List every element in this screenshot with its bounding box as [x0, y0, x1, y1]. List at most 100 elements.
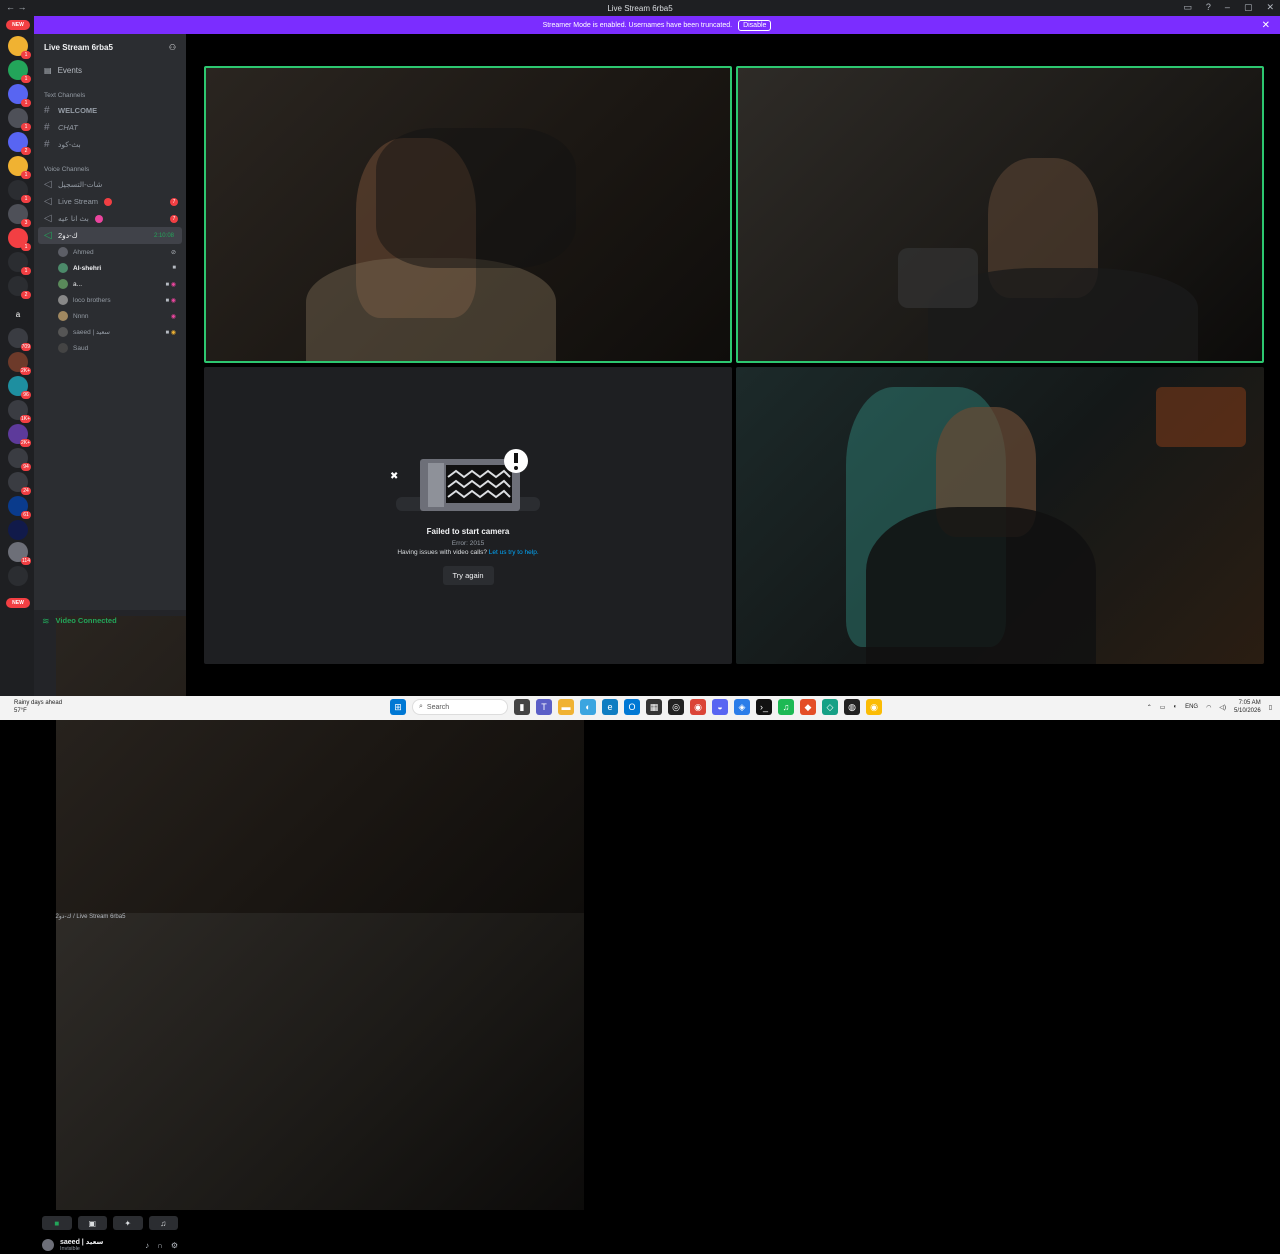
server-icon[interactable]: 24: [8, 472, 31, 495]
activities-button[interactable]: ✦: [113, 1216, 143, 1230]
server-icon[interactable]: 114: [8, 542, 31, 565]
server-header[interactable]: Live Stream 6rba5 ⚇: [34, 34, 186, 60]
server-icon[interactable]: 94: [8, 448, 31, 471]
user-panel[interactable]: saeed | سعيد Invisible ♪ ∩ ⚙: [34, 1236, 186, 1254]
add-member-icon[interactable]: ⚇: [169, 43, 176, 52]
voice-member[interactable]: saeed | سعيد ■ ◉: [34, 324, 186, 340]
server-icon[interactable]: 3: [8, 204, 31, 227]
server-icon[interactable]: 1: [8, 36, 31, 59]
video-tile[interactable]: [736, 66, 1264, 363]
server-icon[interactable]: [8, 520, 28, 540]
screen-share-button[interactable]: ▣: [77, 1216, 107, 1230]
maximize-button[interactable]: ▢: [1244, 2, 1253, 13]
user-status: Invisible: [60, 1246, 80, 1252]
voice-channel[interactable]: ◁ بث انا عيه 7: [34, 210, 186, 227]
server-icon[interactable]: 1: [8, 180, 31, 203]
app-icon[interactable]: ◇: [822, 699, 838, 715]
server-icon[interactable]: 2K+: [8, 424, 31, 447]
voice-member[interactable]: Ahmed ⊘: [34, 244, 186, 260]
server-icon[interactable]: a: [8, 304, 28, 324]
chrome-icon[interactable]: ◉: [690, 699, 706, 715]
language-indicator[interactable]: ENG: [1185, 704, 1198, 710]
weather-widget[interactable]: Rainy days ahead 57°F: [14, 699, 62, 715]
server-icon[interactable]: 96: [8, 376, 31, 399]
voice-channel-active[interactable]: ◁ 2ك-دو 2:10:08: [38, 227, 182, 244]
close-icon[interactable]: ✕: [1262, 20, 1270, 31]
volume-icon[interactable]: ◁): [1219, 704, 1226, 711]
app-icon[interactable]: ◆: [800, 699, 816, 715]
mention-badge: 7: [170, 197, 178, 206]
file-explorer-icon[interactable]: ▬: [558, 699, 574, 715]
voice-channel[interactable]: ◁ شات-التسجيل: [34, 176, 186, 193]
steam-icon[interactable]: ◎: [668, 699, 684, 715]
camera-error-tile: ✖ Failed to start camera Error: 2015 Hav…: [204, 367, 732, 664]
obs-icon[interactable]: ◍: [844, 699, 860, 715]
server-icon[interactable]: 2: [8, 276, 31, 299]
notification-icon[interactable]: ▯: [1269, 704, 1272, 711]
voice-member[interactable]: Al-shehri ■: [34, 260, 186, 276]
voice-location[interactable]: 2ك-دو / Live Stream 6rba5: [55, 913, 584, 1210]
server-icon[interactable]: 1: [8, 108, 31, 131]
server-icon[interactable]: 709: [8, 328, 31, 351]
task-view-icon[interactable]: ▮: [514, 699, 530, 715]
wifi-icon[interactable]: ◠: [1206, 704, 1211, 711]
voice-category[interactable]: Voice Channels: [34, 163, 186, 176]
help-icon[interactable]: ?: [1206, 2, 1211, 13]
window-titlebar: ← → Live Stream 6rba5 ▭ ? – ▢ ✕: [0, 0, 1280, 16]
voice-member[interactable]: a... ■ ◉: [34, 276, 186, 292]
server-icon[interactable]: 1: [8, 60, 31, 83]
terminal-icon[interactable]: ›_: [756, 699, 772, 715]
signal-icon[interactable]: ≋: [42, 616, 50, 627]
voice-channel-live-stream[interactable]: ◁ Live Stream 7: [34, 193, 186, 210]
video-tile[interactable]: [736, 367, 1264, 664]
video-tile[interactable]: [204, 66, 732, 363]
inbox-icon[interactable]: ▭: [1183, 2, 1192, 13]
tray-icon[interactable]: ◐: [1173, 704, 1177, 710]
server-icon[interactable]: 1: [8, 156, 31, 179]
server-icon[interactable]: 1K+: [8, 400, 31, 423]
spotify-icon[interactable]: ♫: [778, 699, 794, 715]
server-icon[interactable]: [8, 566, 28, 586]
channel-stream[interactable]: # بث-كود: [34, 136, 186, 153]
start-icon[interactable]: ⊞: [390, 699, 406, 715]
server-icon[interactable]: 61: [8, 496, 31, 519]
chevron-up-icon[interactable]: ⌃: [1147, 704, 1152, 711]
voice-member[interactable]: Saud: [34, 340, 186, 356]
try-again-button[interactable]: Try again: [442, 565, 494, 585]
search-box[interactable]: ⌕ Search: [412, 699, 508, 715]
tray-icon[interactable]: ▭: [1160, 704, 1166, 711]
server-icon[interactable]: 1: [8, 84, 31, 107]
microphone-icon[interactable]: ♪: [145, 1241, 149, 1250]
back-icon[interactable]: ← →: [6, 2, 27, 12]
chrome-icon[interactable]: ◉: [866, 699, 882, 715]
server-icon[interactable]: 1: [8, 252, 31, 275]
minimize-button[interactable]: –: [1225, 2, 1230, 13]
teams-icon[interactable]: T: [536, 699, 552, 715]
camera-button[interactable]: ■: [42, 1216, 72, 1230]
server-icon[interactable]: 2K+: [8, 352, 31, 375]
voice-member[interactable]: Nnnn ◉: [34, 308, 186, 324]
headphones-icon[interactable]: ∩: [157, 1241, 163, 1250]
voice-member[interactable]: loco brothers ■ ◉: [34, 292, 186, 308]
server-icon[interactable]: 2: [8, 132, 31, 155]
settings-icon[interactable]: ⚙: [171, 1241, 178, 1250]
channel-welcome[interactable]: # WELCOME: [34, 102, 186, 119]
channel-chat[interactable]: # CHAT: [34, 119, 186, 136]
help-link[interactable]: Let us try to help.: [489, 549, 539, 556]
avatar: [58, 327, 68, 337]
member-name: Al-shehri: [73, 264, 102, 272]
events-item[interactable]: ▤ Events: [34, 62, 186, 79]
store-icon[interactable]: ▦: [646, 699, 662, 715]
outlook-icon[interactable]: O: [624, 699, 640, 715]
soundboard-button[interactable]: ♫: [148, 1216, 178, 1230]
copilot-icon[interactable]: ◐: [580, 699, 596, 715]
edge-icon[interactable]: e: [602, 699, 618, 715]
server-icon[interactable]: 1: [8, 228, 31, 251]
disable-streamer-button[interactable]: Disable: [738, 19, 772, 31]
camera-help-text: Having issues with video calls? Let us t…: [397, 549, 538, 556]
text-category[interactable]: Text Channels: [34, 89, 186, 102]
close-button[interactable]: ✕: [1266, 2, 1274, 13]
app-icon[interactable]: ◈: [734, 699, 750, 715]
clock[interactable]: 7:05 AM 5/10/2026: [1234, 699, 1261, 715]
discord-icon[interactable]: ◒: [712, 699, 728, 715]
